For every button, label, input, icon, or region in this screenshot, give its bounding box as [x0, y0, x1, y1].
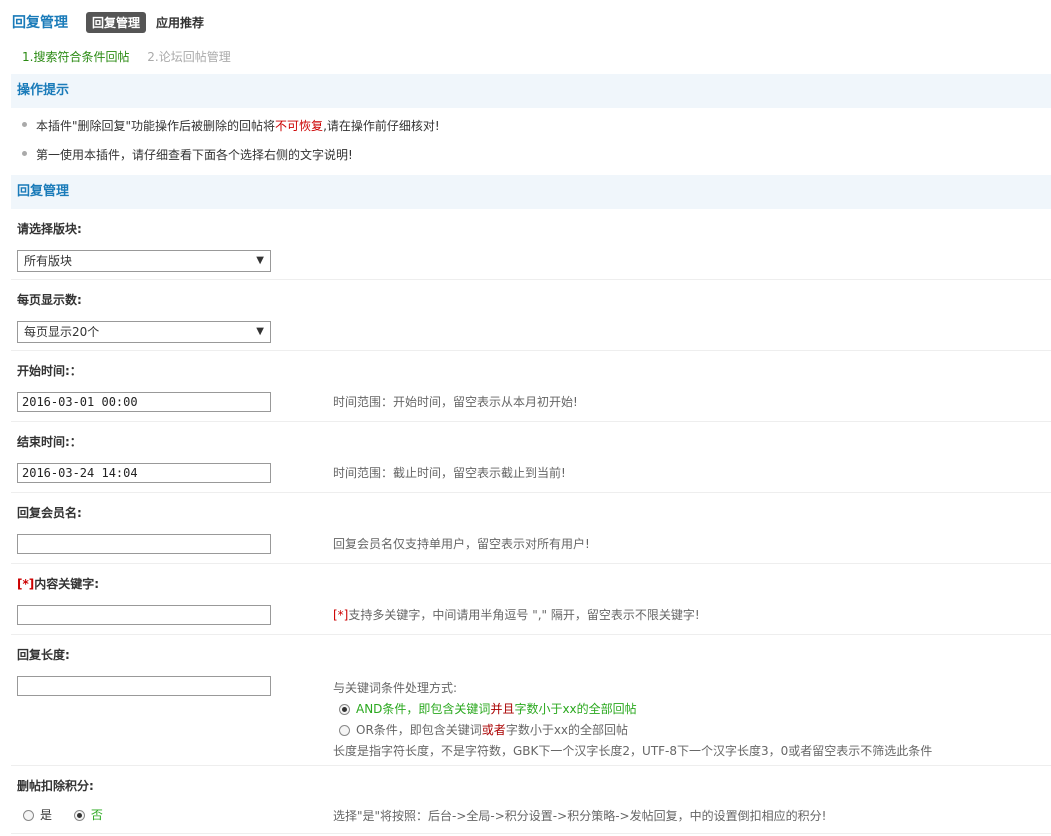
end-time-hint: 时间范围：截止时间，留空表示截止到当前!	[333, 466, 566, 480]
step-search[interactable]: 1.搜索符合条件回帖	[22, 50, 129, 64]
tips-header: 操作提示	[11, 74, 1051, 108]
deduct-label: 删帖扣除积分:	[17, 779, 94, 793]
length-note: 长度是指字符长度，不是字符数，GBK下一个汉字长度2，UTF-8下一个汉字长度3…	[333, 744, 933, 758]
length-input[interactable]	[17, 676, 271, 696]
required-marker: [*]	[17, 577, 35, 591]
forum-label: 请选择版块:	[17, 222, 82, 236]
form-header: 回复管理	[11, 175, 1051, 209]
per-page-select[interactable]: 每页显示20个 ▼	[17, 321, 271, 343]
member-row: 回复会员名: 回复会员名仅支持单用户，留空表示对所有用户!	[11, 496, 1051, 564]
length-mode-title: 与关键词条件处理方式:	[333, 681, 458, 695]
start-time-input[interactable]: 2016-03-01 00:00	[17, 392, 271, 412]
length-row: 回复长度: 与关键词条件处理方式: AND条件，即包含关键词并且字数小于xx的全…	[11, 638, 1051, 766]
member-input[interactable]	[17, 534, 271, 554]
end-time-label: 结束时间:：	[17, 435, 82, 449]
start-time-hint: 时间范围：开始时间，留空表示从本月初开始!	[333, 395, 578, 409]
bullet-icon	[22, 151, 27, 156]
member-hint: 回复会员名仅支持单用户，留空表示对所有用户!	[333, 537, 590, 551]
bullet-icon	[22, 122, 27, 127]
length-label: 回复长度:	[17, 648, 70, 662]
end-time-input[interactable]: 2016-03-24 14:04	[17, 463, 271, 483]
deduct-row: 删帖扣除积分: 是 否 选择"是"将按照：后台->全局->积分设置->积分策略-…	[11, 769, 1051, 834]
dropdown-arrow-icon: ▼	[256, 326, 264, 337]
per-page-label: 每页显示数:	[17, 293, 82, 307]
tab-app-recommend[interactable]: 应用推荐	[156, 14, 204, 31]
end-time-row: 结束时间:： 2016-03-24 14:04 时间范围：截止时间，留空表示截止…	[11, 425, 1051, 493]
page-title: 回复管理	[12, 15, 68, 31]
start-time-row: 开始时间:： 2016-03-01 00:00 时间范围：开始时间，留空表示从本…	[11, 354, 1051, 422]
and-option[interactable]: AND条件，即包含关键词并且字数小于xx的全部回帖	[333, 699, 932, 720]
warning-text: 不可恢复	[275, 119, 324, 133]
or-option[interactable]: OR条件，即包含关键词或者字数小于xx的全部回帖	[333, 720, 932, 741]
header: 回复管理 回复管理 应用推荐	[12, 10, 204, 34]
start-time-label: 开始时间:：	[17, 364, 82, 378]
keywords-input[interactable]	[17, 605, 271, 625]
dropdown-arrow-icon: ▼	[256, 255, 264, 266]
radio-no[interactable]	[73, 810, 85, 821]
keywords-row: [*]内容关键字: [*]支持多关键字，中间请用半角逗号 "," 隔开，留空表示…	[11, 567, 1051, 635]
radio-or[interactable]	[339, 725, 350, 736]
keywords-hint: [*]支持多关键字，中间请用半角逗号 "," 隔开，留空表示不限关键字!	[333, 608, 700, 622]
no-label: 否	[90, 808, 103, 822]
length-mode-group: 与关键词条件处理方式: AND条件，即包含关键词并且字数小于xx的全部回帖 OR…	[333, 678, 932, 762]
tips-list: 本插件"删除回复"功能操作后被删除的回帖将不可恢复,请在操作前仔细核对! 第一使…	[22, 118, 440, 176]
tip-item: 第一使用本插件，请仔细查看下面各个选择右侧的文字说明!	[22, 147, 440, 176]
forum-select[interactable]: 所有版块 ▼	[17, 250, 271, 272]
tip-item: 本插件"删除回复"功能操作后被删除的回帖将不可恢复,请在操作前仔细核对!	[22, 118, 440, 147]
step-manage[interactable]: 2.论坛回帖管理	[147, 50, 230, 64]
per-page-row: 每页显示数: 每页显示20个 ▼	[11, 283, 1051, 351]
step-nav: 1.搜索符合条件回帖 2.论坛回帖管理	[22, 48, 231, 65]
yes-label: 是	[40, 808, 53, 822]
deduct-options: 是 否	[23, 806, 103, 823]
forum-row: 请选择版块: 所有版块 ▼	[11, 212, 1051, 280]
radio-yes[interactable]	[23, 810, 34, 821]
tab-reply-management[interactable]: 回复管理	[86, 11, 147, 33]
member-label: 回复会员名:	[17, 506, 82, 520]
radio-and[interactable]	[339, 704, 350, 715]
keywords-label: [*]内容关键字:	[17, 577, 100, 591]
deduct-hint: 选择"是"将按照：后台->全局->积分设置->积分策略->发帖回复，中的设置倒扣…	[333, 809, 827, 823]
